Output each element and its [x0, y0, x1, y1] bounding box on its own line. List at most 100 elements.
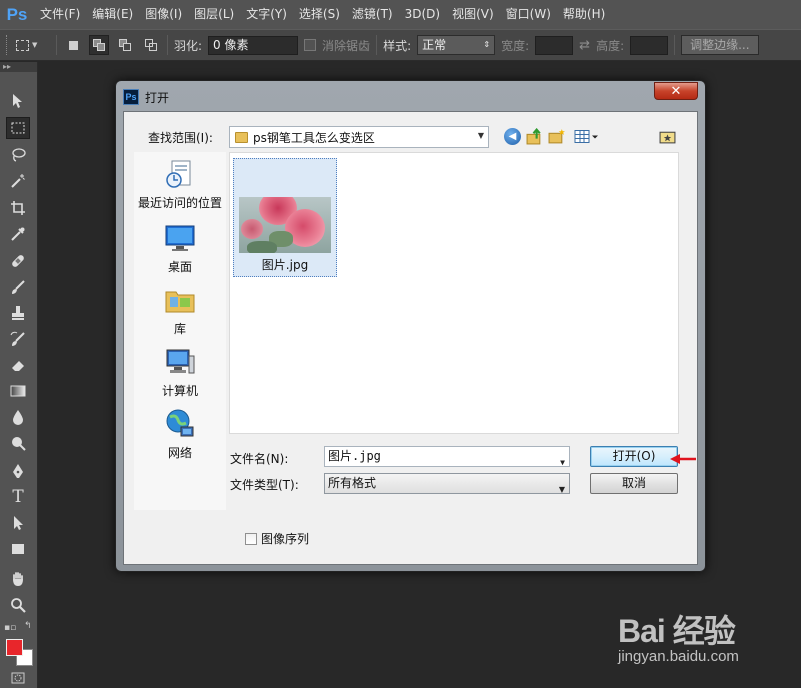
- foreground-color-swatch[interactable]: [6, 639, 23, 656]
- intersect-selection-icon: [145, 39, 157, 51]
- menu-3d[interactable]: 3D(D): [399, 0, 446, 29]
- eraser-tool[interactable]: [6, 354, 30, 376]
- place-computer[interactable]: 计算机: [134, 346, 226, 399]
- path-selection-tool[interactable]: [6, 512, 30, 534]
- image-thumbnail: [239, 197, 331, 253]
- place-libraries[interactable]: 库: [134, 284, 226, 337]
- separator: [674, 35, 676, 55]
- move-icon: [13, 94, 22, 108]
- dialog-title: 打开: [145, 90, 170, 105]
- menu-file[interactable]: 文件(F): [34, 0, 86, 29]
- crop-icon: [11, 201, 25, 215]
- file-type-select[interactable]: 所有格式 ▼: [324, 473, 570, 494]
- eyedropper-tool[interactable]: [6, 223, 30, 245]
- file-type-value: 所有格式: [328, 476, 377, 490]
- antialias-checkbox[interactable]: [304, 39, 317, 51]
- network-icon: [164, 408, 196, 440]
- look-in-value: ps钢笔工具怎么变选区: [253, 130, 375, 145]
- blur-tool[interactable]: [6, 406, 30, 428]
- pen-tool[interactable]: [6, 460, 30, 482]
- bookmark-folder-button[interactable]: [659, 128, 676, 145]
- view-menu-button[interactable]: [574, 128, 600, 145]
- menu-type[interactable]: 文字(Y): [240, 0, 293, 29]
- tool-preset-picker[interactable]: ▼: [16, 35, 50, 55]
- hand-icon: [13, 572, 23, 586]
- new-selection-button[interactable]: [63, 35, 83, 55]
- menu-window[interactable]: 窗口(W): [500, 0, 557, 29]
- gradient-tool[interactable]: [6, 380, 30, 402]
- close-button[interactable]: ✕: [654, 82, 698, 100]
- image-sequence-option[interactable]: 图像序列: [245, 530, 309, 547]
- history-brush-tool[interactable]: [6, 328, 30, 350]
- swap-icon[interactable]: ⇄: [579, 38, 590, 53]
- menu-filter[interactable]: 滤镜(T): [346, 0, 399, 29]
- back-button[interactable]: ◀: [504, 128, 521, 145]
- quick-mask-button[interactable]: [6, 670, 30, 686]
- place-desktop[interactable]: 桌面: [134, 222, 226, 275]
- marquee-tool[interactable]: [6, 117, 30, 139]
- swap-colors-icon[interactable]: ↰: [24, 621, 32, 631]
- style-label: 样式:: [383, 38, 412, 53]
- toolbox: ▸▸ T ▪▫ ↰: [0, 62, 38, 688]
- subtract-selection-button[interactable]: [115, 35, 135, 55]
- options-grip[interactable]: [6, 35, 10, 55]
- chevron-down-icon: ▼: [477, 131, 484, 140]
- up-folder-button[interactable]: [526, 128, 543, 145]
- feather-input[interactable]: 0 像素: [208, 35, 299, 55]
- width-input[interactable]: [535, 35, 574, 55]
- add-selection-button[interactable]: [89, 35, 109, 55]
- menu-layer[interactable]: 图层(L): [188, 0, 240, 29]
- options-bar: ▼ 羽化: 0 像素 消除锯齿 样式: 正常 ⇕ 宽度: ⇄ 高度: 调整边缘.…: [0, 29, 801, 61]
- image-sequence-checkbox[interactable]: [245, 532, 257, 545]
- refine-edge-button[interactable]: 调整边缘...: [681, 35, 759, 55]
- zoom-icon: [11, 598, 26, 613]
- rectangle-tool[interactable]: [6, 538, 30, 560]
- place-network[interactable]: 网络: [134, 408, 226, 461]
- add-selection-icon: [93, 39, 105, 51]
- open-button[interactable]: 打开(O): [590, 446, 678, 467]
- eyedropper-icon: [11, 227, 25, 241]
- menu-edit[interactable]: 编辑(E): [86, 0, 139, 29]
- menu-help[interactable]: 帮助(H): [557, 0, 611, 29]
- stepper-icon: ⇕: [483, 40, 491, 49]
- crop-tool[interactable]: [6, 197, 30, 219]
- separator: [167, 35, 168, 55]
- new-folder-button[interactable]: [548, 128, 565, 145]
- file-type-label: 文件类型(T):: [230, 478, 299, 492]
- recent-places-icon: [164, 158, 196, 190]
- menu-select[interactable]: 选择(S): [293, 0, 346, 29]
- menu-image[interactable]: 图像(I): [139, 0, 188, 29]
- toolbox-collapse[interactable]: ▸▸: [0, 62, 37, 72]
- menu-view[interactable]: 视图(V): [446, 0, 500, 29]
- brush-tool[interactable]: [6, 276, 30, 298]
- healing-brush-tool[interactable]: [6, 250, 30, 272]
- file-list[interactable]: 图片.jpg: [229, 152, 679, 434]
- watermark-url: jingyan.baidu.com: [618, 648, 739, 665]
- style-value: 正常: [422, 38, 447, 52]
- move-tool[interactable]: [6, 90, 30, 112]
- place-recent[interactable]: 最近访问的位置: [134, 158, 226, 211]
- lasso-tool[interactable]: [6, 144, 30, 166]
- antialias-label: 消除锯齿: [322, 38, 371, 53]
- new-selection-icon: [68, 40, 78, 50]
- file-name-input[interactable]: 图片.jpg ▼: [324, 446, 570, 467]
- photoshop-icon: Ps: [123, 89, 139, 105]
- pen-icon: [13, 464, 23, 478]
- chevron-down-icon[interactable]: ▼: [560, 453, 565, 472]
- magic-wand-tool[interactable]: [6, 170, 30, 192]
- file-item[interactable]: 图片.jpg: [233, 158, 337, 277]
- computer-icon: [164, 346, 196, 378]
- type-tool[interactable]: T: [6, 486, 30, 508]
- zoom-tool[interactable]: [6, 594, 30, 616]
- cancel-button[interactable]: 取消: [590, 473, 678, 494]
- hand-tool[interactable]: [6, 568, 30, 590]
- intersect-selection-button[interactable]: [141, 35, 161, 55]
- rect-marquee-icon: [16, 39, 29, 51]
- clone-stamp-tool[interactable]: [6, 302, 30, 324]
- place-label: 桌面: [167, 260, 192, 274]
- style-select[interactable]: 正常 ⇕: [417, 35, 496, 55]
- dodge-tool[interactable]: [6, 432, 30, 454]
- height-input[interactable]: [630, 35, 669, 55]
- look-in-combobox[interactable]: ps钢笔工具怎么变选区 ▼: [229, 126, 489, 148]
- default-colors-icon[interactable]: ▪▫: [4, 623, 16, 633]
